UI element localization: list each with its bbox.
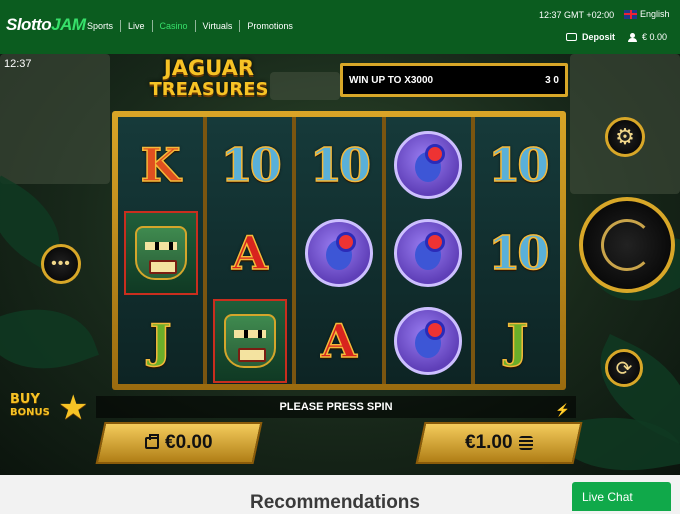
balance-value: €0.00 xyxy=(165,432,213,453)
frog-symbol-icon xyxy=(305,219,373,287)
star-icon: ★ xyxy=(58,389,89,427)
reel-cell: 10 xyxy=(475,209,560,297)
mask-face xyxy=(223,314,276,368)
reel-cell: A xyxy=(207,209,292,297)
reel-cell: A xyxy=(296,297,381,385)
frog-symbol-icon xyxy=(394,307,463,375)
coins-icon xyxy=(518,436,533,450)
autoplay-icon[interactable]: ⟳ xyxy=(605,349,643,387)
reel-column: 10 A xyxy=(296,117,382,385)
game-title-logo: JAGUAR TREASURES xyxy=(148,57,270,101)
balance-label: € 0.00 xyxy=(642,32,668,42)
wallet-icon xyxy=(566,33,577,41)
nav-casino[interactable]: Casino xyxy=(153,20,195,32)
reel-cell xyxy=(207,297,292,385)
reel-column: 10 10 J xyxy=(474,117,561,385)
reel-cell: 10 xyxy=(207,121,292,209)
frog-symbol-icon xyxy=(394,219,463,287)
reel-cell: K xyxy=(118,121,203,209)
site-header: SlottoJAM Sports Live Casino Virtuals Pr… xyxy=(0,0,680,54)
reel-cell: 10 xyxy=(475,121,560,209)
reel-cell xyxy=(118,209,203,297)
reel-column: 10 A xyxy=(207,117,293,385)
tiki-mask-symbol-icon xyxy=(212,299,287,383)
buy-bonus-line2: BONUS xyxy=(10,407,50,418)
reel-cell: 10 xyxy=(296,121,381,209)
settings-gear-icon[interactable]: ⚙ xyxy=(605,117,645,157)
reel-cell: J xyxy=(475,297,560,385)
menu-dots-icon[interactable]: ••• xyxy=(41,244,81,284)
deposit-button[interactable]: Deposit xyxy=(566,32,615,42)
reel-cell xyxy=(386,121,471,209)
card-symbol: A xyxy=(320,313,357,369)
user-icon xyxy=(628,32,637,42)
spin-icon xyxy=(601,219,653,271)
card-symbol: J xyxy=(506,313,529,369)
balance-display: €0.00 xyxy=(95,422,263,464)
bolt-icon[interactable]: ⚡ xyxy=(555,399,570,421)
nav-virtuals[interactable]: Virtuals xyxy=(196,20,240,32)
uk-flag-icon xyxy=(624,9,637,19)
win-banner: WIN UP TO X3000 3 0 xyxy=(340,63,568,97)
status-text: PLEASE PRESS SPIN xyxy=(279,401,393,413)
card-symbol: 10 xyxy=(309,137,372,193)
reel-column xyxy=(385,117,471,385)
buy-bonus-button[interactable]: BUY BONUS xyxy=(10,393,50,419)
nav-live[interactable]: Live xyxy=(121,20,152,32)
bet-value: €1.00 xyxy=(465,432,513,453)
win-banner-text: WIN UP TO X3000 xyxy=(349,75,434,86)
leaf-decoration xyxy=(0,289,99,389)
card-symbol: A xyxy=(231,225,268,281)
temple-wall-decoration xyxy=(0,54,110,184)
frog-symbol-icon xyxy=(394,131,463,199)
game-title-line2: TREASURES xyxy=(149,79,269,100)
main-nav: Sports Live Casino Virtuals Promotions xyxy=(80,20,300,32)
reel-cell xyxy=(386,297,471,385)
reel-cell xyxy=(296,209,381,297)
status-bar: PLEASE PRESS SPIN ⚡ xyxy=(96,396,576,418)
mask-face xyxy=(134,226,187,280)
spin-button[interactable] xyxy=(579,197,675,293)
card-symbol: 10 xyxy=(488,137,551,193)
card-symbol: 10 xyxy=(488,225,551,281)
buy-bonus-line1: BUY xyxy=(10,392,40,407)
reel-frame: K J 10 A 10 A 10 10 J xyxy=(112,111,566,390)
card-symbol: J xyxy=(149,313,172,369)
bag-icon xyxy=(145,437,160,449)
account-balance-button[interactable]: € 0.00 xyxy=(628,32,667,42)
bet-selector[interactable]: €1.00 xyxy=(415,422,583,464)
win-banner-amount: 3 0 xyxy=(545,75,559,86)
game-clock: 12:37 xyxy=(4,58,32,70)
reel-column: KJ xyxy=(118,117,204,385)
reel-area: K J 10 A 10 A 10 10 J xyxy=(118,117,561,385)
temple-glyph-decoration xyxy=(270,72,340,100)
tiki-mask-symbol-icon xyxy=(123,211,198,295)
nav-sports[interactable]: Sports xyxy=(80,20,120,32)
language-label: English xyxy=(640,9,670,19)
game-title-line1: JAGUAR xyxy=(163,56,255,80)
live-chat-button[interactable]: Live Chat xyxy=(572,482,671,511)
reel-cell: J xyxy=(118,297,203,385)
nav-promotions[interactable]: Promotions xyxy=(240,20,300,32)
card-symbol: 10 xyxy=(220,137,283,193)
card-symbol: K xyxy=(140,137,181,193)
site-logo[interactable]: SlottoJAM xyxy=(6,15,86,35)
reel-cell xyxy=(386,209,471,297)
deposit-label: Deposit xyxy=(582,32,616,42)
header-clock: 12:37 GMT +02:00 xyxy=(539,10,615,20)
slot-game-frame: 12:37 JAGUAR TREASURES WIN UP TO X3000 3… xyxy=(0,54,680,475)
language-selector[interactable]: English xyxy=(624,9,670,19)
